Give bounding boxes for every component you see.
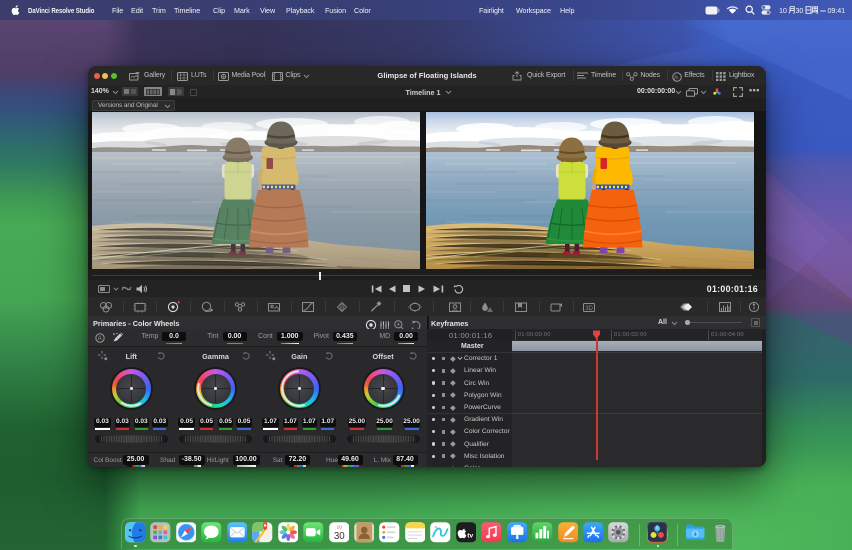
svg-text:30: 30	[333, 531, 344, 542]
svg-text:10: 10	[336, 525, 342, 530]
svg-text:3D: 3D	[585, 305, 593, 311]
svg-text:tv: tv	[467, 533, 473, 540]
svg-text:fx: fx	[674, 74, 679, 81]
svg-text:A: A	[98, 336, 102, 342]
